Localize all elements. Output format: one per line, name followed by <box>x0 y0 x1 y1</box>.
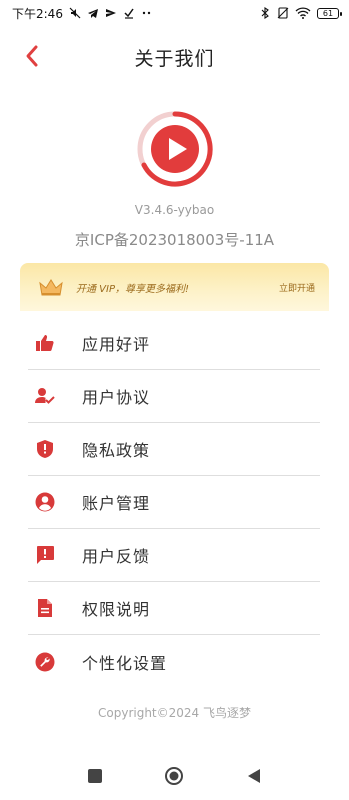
system-navigation-bar <box>0 752 349 800</box>
recent-apps-button[interactable] <box>85 766 105 786</box>
page-title: 关于我们 <box>134 48 215 70</box>
status-time: 下午2:46 <box>12 6 63 21</box>
status-bar: 下午2:46 61 <box>0 0 349 26</box>
menu-item-privacy-policy[interactable]: 隐私政策 <box>28 423 320 476</box>
send-icon <box>105 7 117 19</box>
menu-item-permissions[interactable]: 权限说明 <box>28 582 320 635</box>
mute-icon <box>69 7 81 19</box>
thumbs-up-icon <box>34 332 56 354</box>
account-circle-icon <box>34 491 56 513</box>
user-check-icon <box>34 385 56 407</box>
telegram-icon <box>87 7 99 19</box>
vip-open-button[interactable]: 立即开通 <box>279 281 315 294</box>
back-nav-button[interactable] <box>244 766 264 786</box>
square-icon <box>88 769 102 783</box>
menu-label: 权限说明 <box>82 600 151 619</box>
no-sim-icon <box>277 7 289 19</box>
download-icon <box>123 7 135 19</box>
wifi-icon <box>295 7 311 19</box>
wrench-icon <box>34 651 56 673</box>
battery-icon: 61 <box>317 7 342 19</box>
crown-icon <box>39 279 63 296</box>
top-app-bar: 关于我们 <box>0 36 349 80</box>
menu-label: 用户反馈 <box>82 547 151 566</box>
home-circle-icon <box>165 767 183 785</box>
feedback-icon <box>34 544 56 566</box>
menu-label: 账户管理 <box>82 494 151 513</box>
about-screen: 下午2:46 61 关于我们 V3.4.6-yybao 京ICP备2023018… <box>0 0 349 800</box>
icp-number: 京ICP备2023018003号-11A <box>74 231 275 249</box>
status-bar-right: 61 <box>259 7 342 19</box>
menu-item-rate-app[interactable]: 应用好评 <box>28 317 320 370</box>
app-logo <box>136 110 214 188</box>
menu-label: 用户协议 <box>82 388 151 407</box>
menu-item-user-feedback[interactable]: 用户反馈 <box>28 529 320 582</box>
document-icon <box>34 597 56 619</box>
app-version: V3.4.6-yybao <box>134 203 215 217</box>
settings-menu: 应用好评 用户协议 隐私政策 账户管理 用户反馈 权限说明 个性化设置 <box>28 317 320 688</box>
more-dots-icon <box>141 7 153 19</box>
shield-icon <box>34 438 56 460</box>
vip-promo-text: 开通 VIP，尊享更多福利! <box>76 283 190 295</box>
menu-item-account-management[interactable]: 账户管理 <box>28 476 320 529</box>
menu-label: 个性化设置 <box>82 653 168 673</box>
status-bar-left: 下午2:46 <box>12 5 153 22</box>
bluetooth-icon <box>259 7 271 19</box>
home-button[interactable] <box>164 766 184 786</box>
menu-label: 应用好评 <box>82 335 151 354</box>
menu-label: 隐私政策 <box>82 441 151 460</box>
menu-item-user-agreement[interactable]: 用户协议 <box>28 370 320 423</box>
vip-banner[interactable]: 开通 VIP，尊享更多福利! 立即开通 <box>20 263 329 311</box>
copyright-text: Copyright©2024 飞鸟逐梦 <box>98 706 251 720</box>
triangle-back-icon <box>248 769 260 783</box>
menu-item-personalization[interactable]: 个性化设置 <box>28 635 320 688</box>
